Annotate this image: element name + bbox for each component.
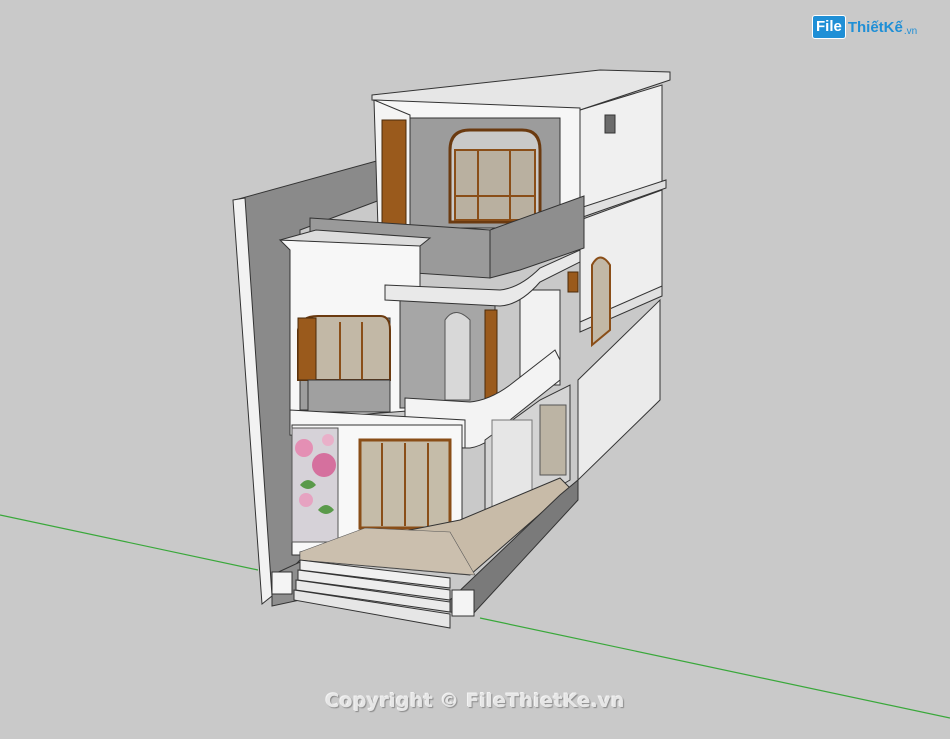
house-3d-model-view — [0, 69, 950, 719]
left-step-cap — [271, 571, 293, 595]
logo-file-box: File — [812, 15, 846, 39]
top-window-frame — [454, 149, 536, 221]
top-floor-wood-shutter — [381, 119, 407, 226]
ground-right-door — [539, 404, 567, 476]
rose-4 — [322, 434, 334, 446]
second-middle-wood-post — [484, 309, 498, 406]
second-middle-arch-door — [444, 312, 471, 401]
second-right-window — [567, 271, 579, 293]
copyright-watermark: Copyright © FileThietKe.vn — [325, 690, 625, 712]
third-right-arch-window — [591, 256, 611, 348]
second-window-wood-left — [297, 317, 317, 381]
rose-3 — [299, 493, 313, 507]
right-planter-front — [451, 589, 475, 617]
filethietke-logo: File ThiếtKế .vn — [812, 14, 917, 40]
logo-domain-ext: .vn — [903, 26, 918, 37]
rose-1 — [295, 439, 313, 457]
top-vent-window — [604, 114, 616, 134]
logo-brand-text: ThiếtKế — [847, 18, 903, 36]
second-floor-planter — [307, 379, 391, 413]
rose-2 — [312, 453, 336, 477]
green-axis-left — [0, 514, 259, 571]
